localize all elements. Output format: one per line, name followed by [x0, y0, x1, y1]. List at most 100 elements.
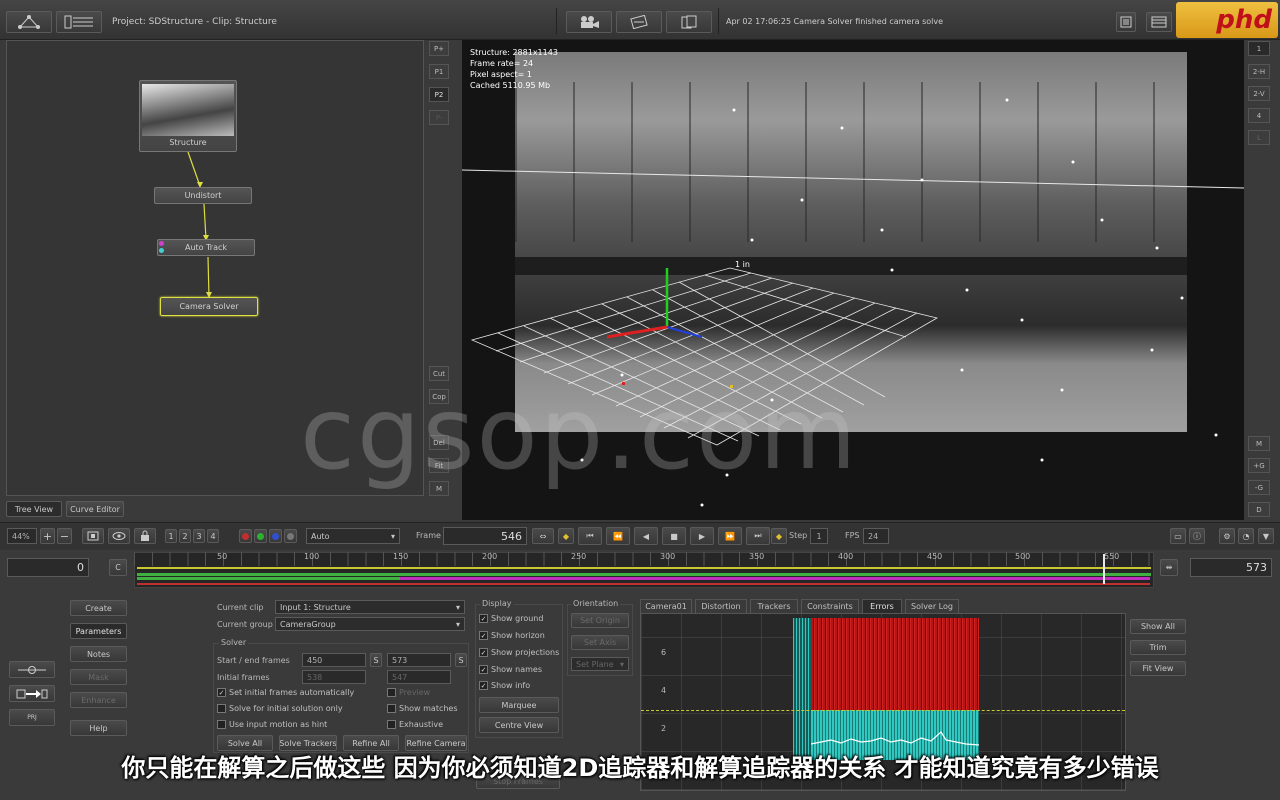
timeline-c-button[interactable]: C [109, 559, 127, 576]
preview-checkbox[interactable]: Preview [387, 688, 430, 697]
lock-view-button[interactable] [134, 528, 156, 544]
trim-button[interactable]: Trim [1130, 640, 1186, 655]
side-button-p1[interactable]: P1 [429, 64, 449, 79]
play-button[interactable]: ▶ [690, 527, 714, 545]
start-frame-set-button[interactable]: S [370, 653, 382, 667]
start-frame-field[interactable]: 450 [302, 653, 366, 667]
marquee-button[interactable]: Marquee [479, 697, 559, 713]
fps-field[interactable]: 24 [863, 528, 889, 544]
zoom-field[interactable]: 44% [7, 528, 37, 544]
view-4-button[interactable]: 4 [207, 529, 219, 543]
display-mode-select[interactable]: Auto ▾ [306, 528, 400, 544]
eye-view-button[interactable] [108, 528, 130, 544]
curve-editor-tab[interactable]: Curve Editor [66, 501, 124, 517]
zoom-out-button[interactable]: − [57, 528, 72, 544]
tab-solver-log[interactable]: Solver Log [905, 599, 959, 613]
goto-frame-button[interactable]: ⇔ [532, 528, 554, 544]
set-origin-button[interactable]: Set Origin [571, 613, 629, 628]
settings-button[interactable]: ⚙ [1219, 528, 1235, 544]
step-field[interactable]: 1 [810, 528, 828, 544]
tool-toggle-button[interactable] [9, 661, 55, 678]
channel-blue-button[interactable] [269, 529, 282, 543]
tab-distortion[interactable]: Distortion [695, 599, 747, 613]
view-button-m[interactable]: M [1248, 436, 1270, 451]
channel-alpha-button[interactable] [284, 529, 297, 543]
info-button[interactable]: ⓘ [1189, 528, 1205, 544]
current-group-select[interactable]: CameraGroup ▾ [275, 617, 465, 631]
end-frame-set-button[interactable]: S [455, 653, 467, 667]
fit-view-button[interactable]: Fit View [1130, 661, 1186, 676]
show-names-checkbox[interactable]: ✓ Show names [479, 665, 542, 674]
go-to-end-button[interactable]: ⏭ [746, 527, 770, 545]
more-button[interactable]: ◔ [1238, 528, 1254, 544]
show-ground-checkbox[interactable]: ✓ Show ground [479, 614, 543, 623]
solve-initial-only-checkbox[interactable]: Solve for initial solution only [217, 704, 343, 713]
layout-button-2v[interactable]: 2-V [1248, 86, 1270, 101]
set-plane-select[interactable]: Set Plane ▾ [571, 657, 629, 671]
layout-button-4[interactable]: 4 [1248, 108, 1270, 123]
node-structure[interactable]: Structure [139, 80, 237, 152]
view-button-plus-g[interactable]: +G [1248, 458, 1270, 473]
initial-start-field[interactable]: 538 [302, 670, 366, 684]
side-button-pplus[interactable]: P+ [429, 41, 449, 56]
keyframe-next-button[interactable]: ◆ [771, 528, 787, 544]
end-frame-field[interactable]: 573 [387, 653, 451, 667]
current-clip-select[interactable]: Input 1: Structure ▾ [275, 600, 465, 614]
enhance-button[interactable]: Enhance [70, 692, 127, 708]
node-auto-track[interactable]: Auto Track [157, 239, 255, 256]
frame-field[interactable]: 546 [443, 527, 527, 545]
zoom-in-button[interactable]: + [40, 528, 55, 544]
exhaustive-checkbox[interactable]: Exhaustive [387, 720, 443, 729]
side-button-p2[interactable]: P2 [429, 87, 449, 102]
stop-button[interactable]: ■ [662, 527, 686, 545]
camera-button[interactable] [566, 11, 612, 33]
tab-errors[interactable]: Errors [862, 599, 902, 613]
node-camera-solver[interactable]: Camera Solver [160, 297, 258, 316]
notes-toggle-button[interactable] [1116, 12, 1136, 32]
initial-end-field[interactable]: 547 [387, 670, 451, 684]
use-input-motion-checkbox[interactable]: Use input motion as hint [217, 720, 327, 729]
layout-button[interactable] [1146, 12, 1172, 32]
timeline-end-field[interactable]: 573 [1190, 558, 1272, 577]
play-reverse-button[interactable]: ◀ [634, 527, 658, 545]
set-axis-button[interactable]: Set Axis [571, 635, 629, 650]
timeline-playhead[interactable] [1103, 554, 1105, 584]
layout-button-2h[interactable]: 2-H [1248, 64, 1270, 79]
show-info-checkbox[interactable]: ✓ Show info [479, 681, 530, 690]
render-button[interactable] [616, 11, 662, 33]
mask-button[interactable]: Mask [70, 669, 127, 685]
view-button-d[interactable]: D [1248, 502, 1270, 517]
channel-green-button[interactable] [254, 529, 267, 543]
go-to-start-button[interactable]: ⏮ [578, 527, 602, 545]
create-button[interactable]: Create [70, 600, 127, 616]
centre-view-button[interactable]: Centre View [479, 717, 559, 733]
view-3-button[interactable]: 3 [193, 529, 205, 543]
monitor-button[interactable]: ▭ [1170, 528, 1186, 544]
tab-camera01[interactable]: Camera01 [640, 599, 692, 613]
notes-button[interactable]: Notes [70, 646, 127, 662]
channel-red-button[interactable] [239, 529, 252, 543]
show-matches-checkbox[interactable]: Show matches [387, 704, 458, 713]
input-output-button[interactable] [9, 685, 55, 702]
show-horizon-checkbox[interactable]: ✓ Show horizon [479, 631, 545, 640]
node-undistort[interactable]: Undistort [154, 187, 252, 204]
parameters-button[interactable]: Parameters [70, 623, 127, 639]
tree-view-tab[interactable]: Tree View [6, 501, 62, 517]
set-initial-auto-checkbox[interactable]: ✓ Set initial frames automatically [217, 688, 354, 697]
layout-button-l[interactable]: L [1248, 130, 1270, 145]
collapse-button[interactable]: ▼ [1258, 528, 1274, 544]
tab-constraints[interactable]: Constraints [801, 599, 859, 613]
project-button[interactable]: PRJ [9, 709, 55, 726]
timeline-start-field[interactable]: 0 [7, 558, 89, 577]
timeline-range-button[interactable]: ⇹ [1160, 559, 1178, 576]
keyframe-prev-button[interactable]: ◆ [558, 528, 574, 544]
export-button[interactable] [666, 11, 712, 33]
view-2-button[interactable]: 2 [179, 529, 191, 543]
step-forward-button[interactable]: ⏩ [718, 527, 742, 545]
help-button[interactable]: Help [70, 720, 127, 736]
side-button-pminus[interactable]: P- [429, 110, 449, 125]
step-back-button[interactable]: ⏪ [606, 527, 630, 545]
tab-trackers[interactable]: Trackers [750, 599, 798, 613]
layout-button-1[interactable]: 1 [1248, 41, 1270, 56]
fit-view-icon-button[interactable] [82, 528, 104, 544]
